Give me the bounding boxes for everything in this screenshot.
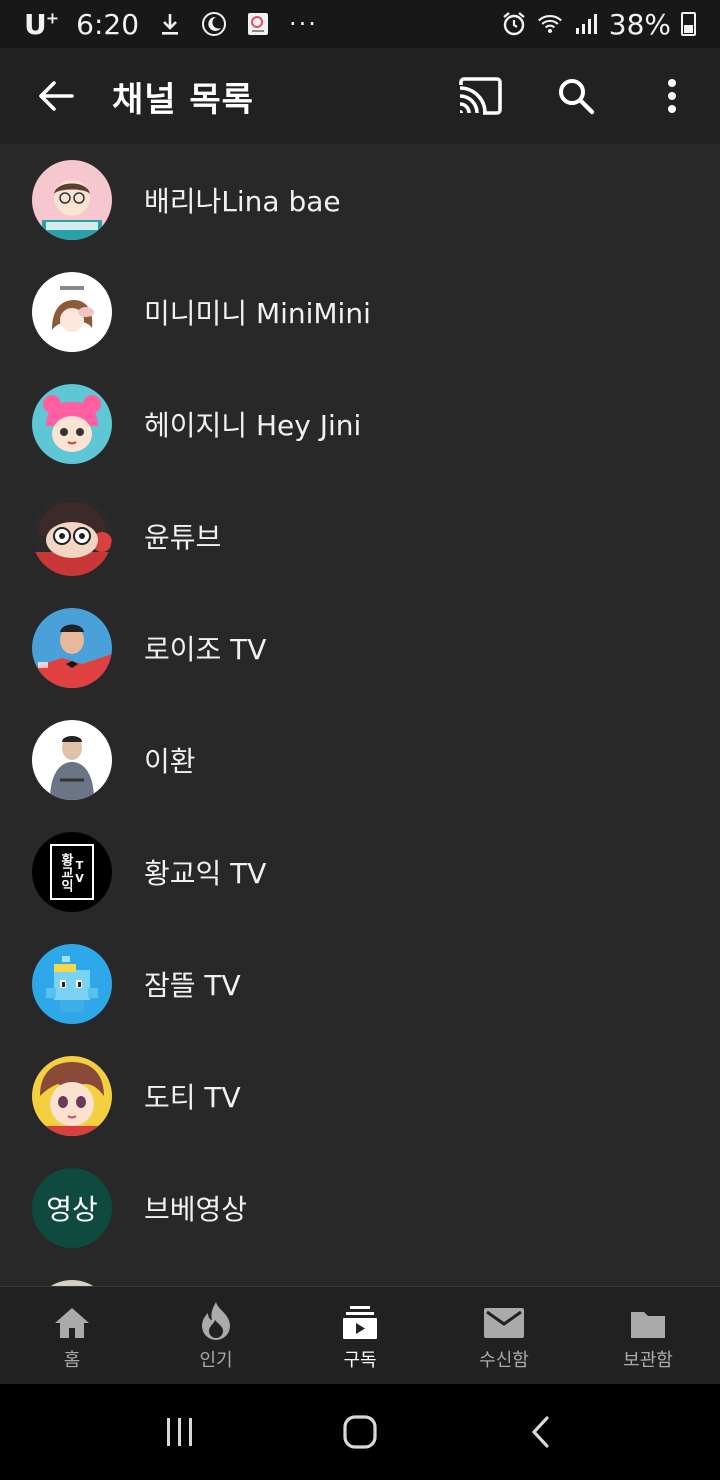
bottom-navigation: 홈 인기 구독 수신함 보관함 (0, 1286, 720, 1384)
avatar-text: 영상 (46, 1193, 98, 1226)
chevron-left-icon (531, 1416, 549, 1448)
battery-icon (681, 12, 696, 36)
battery-percent: 38% (608, 7, 671, 41)
status-time: 6:20 (76, 7, 140, 41)
cast-button[interactable] (432, 48, 528, 144)
nav-label: 홈 (63, 1349, 81, 1371)
channel-avatar (32, 720, 112, 800)
channel-row-hwanggyoik-tv[interactable]: 황교익 TV 황교익 TV (0, 816, 720, 928)
channel-avatar (32, 1056, 112, 1136)
channel-row-doti-tv[interactable]: 도티 TV (0, 1040, 720, 1152)
nav-home[interactable]: 홈 (0, 1287, 144, 1384)
recent-apps-button[interactable] (130, 1384, 230, 1480)
recent-apps-icon (167, 1418, 192, 1446)
nav-label: 구독 (343, 1349, 377, 1371)
channel-name: 잠뜰 TV (144, 969, 241, 1002)
nav-inbox[interactable]: 수신함 (432, 1287, 576, 1384)
more-vertical-icon (668, 79, 676, 113)
home-system-button[interactable] (310, 1384, 410, 1480)
folder-icon (631, 1311, 665, 1338)
avatar-logo-right: TV (73, 859, 86, 885)
status-bar: U+ 6:20 ··· 38% (0, 0, 720, 48)
nav-library[interactable]: 보관함 (576, 1287, 720, 1384)
channel-list[interactable]: 배리나Lina bae 미니미니 MiniMini 헤이지니 Hey Jini … (0, 144, 720, 1286)
back-system-button[interactable] (490, 1384, 590, 1480)
notes-app-icon (245, 11, 271, 37)
arrow-left-icon (39, 81, 74, 111)
channel-row-bve-video[interactable]: 영상 브베영상 (0, 1152, 720, 1264)
signal-icon (573, 11, 599, 37)
more-notifications-icon: ··· (289, 10, 318, 38)
channel-avatar (32, 272, 112, 352)
subscriptions-icon (343, 1305, 377, 1339)
channel-avatar (32, 944, 112, 1024)
mail-icon (484, 1307, 524, 1338)
channel-avatar (32, 608, 112, 688)
avatar-logo: 황교익 TV (50, 844, 94, 900)
avatar-logo-left: 황교익 (58, 852, 73, 892)
channel-name: 브베영상 (144, 1193, 248, 1226)
system-navigation-bar (0, 1384, 720, 1480)
alarm-icon (501, 11, 527, 37)
home-icon (55, 1307, 89, 1338)
back-button[interactable] (0, 48, 112, 144)
moon-icon (201, 11, 227, 37)
search-icon (559, 79, 595, 115)
channel-avatar: 영상 (32, 1168, 112, 1248)
channel-row-roijo-tv[interactable]: 로이조 TV (0, 592, 720, 704)
channel-row-minimini[interactable]: 미니미니 MiniMini (0, 256, 720, 368)
flame-icon (202, 1301, 230, 1340)
channel-name: 도티 TV (144, 1081, 241, 1114)
channel-row-yoontube[interactable]: 윤튜브 (0, 480, 720, 592)
nav-trending[interactable]: 인기 (144, 1287, 288, 1384)
channel-row-jamddeul-tv[interactable]: 잠뜰 TV (0, 928, 720, 1040)
channel-avatar (32, 160, 112, 240)
download-icon (157, 11, 183, 37)
home-circle-icon (343, 1415, 377, 1449)
carrier-label: U+ (24, 7, 59, 41)
channel-row-ihwan[interactable]: 이환 (0, 704, 720, 816)
wifi-icon (537, 11, 563, 37)
channel-avatar (32, 496, 112, 576)
nav-subscriptions[interactable]: 구독 (288, 1287, 432, 1384)
cast-icon (459, 77, 502, 115)
channel-name: 이환 (144, 745, 196, 778)
channel-row-hey-jini[interactable]: 헤이지니 Hey Jini (0, 368, 720, 480)
page-title: 채널 목록 (112, 79, 254, 120)
channel-name: 로이조 TV (144, 633, 267, 666)
channel-name: 황교익 TV (144, 857, 267, 890)
channel-row-lina-bae[interactable]: 배리나Lina bae (0, 144, 720, 256)
channel-name: 헤이지니 Hey Jini (144, 409, 362, 442)
channel-name: 미니미니 MiniMini (144, 297, 371, 330)
channel-name: 윤튜브 (144, 521, 222, 554)
app-bar: 채널 목록 (0, 48, 720, 144)
search-button[interactable] (528, 48, 624, 144)
nav-label: 인기 (199, 1349, 233, 1371)
nav-label: 수신함 (479, 1349, 529, 1371)
nav-label: 보관함 (623, 1349, 673, 1371)
channel-avatar: 황교익 TV (32, 832, 112, 912)
channel-row-partial[interactable] (0, 1264, 720, 1286)
more-options-button[interactable] (624, 48, 720, 144)
channel-name: 배리나Lina bae (144, 185, 341, 218)
channel-avatar (32, 384, 112, 464)
